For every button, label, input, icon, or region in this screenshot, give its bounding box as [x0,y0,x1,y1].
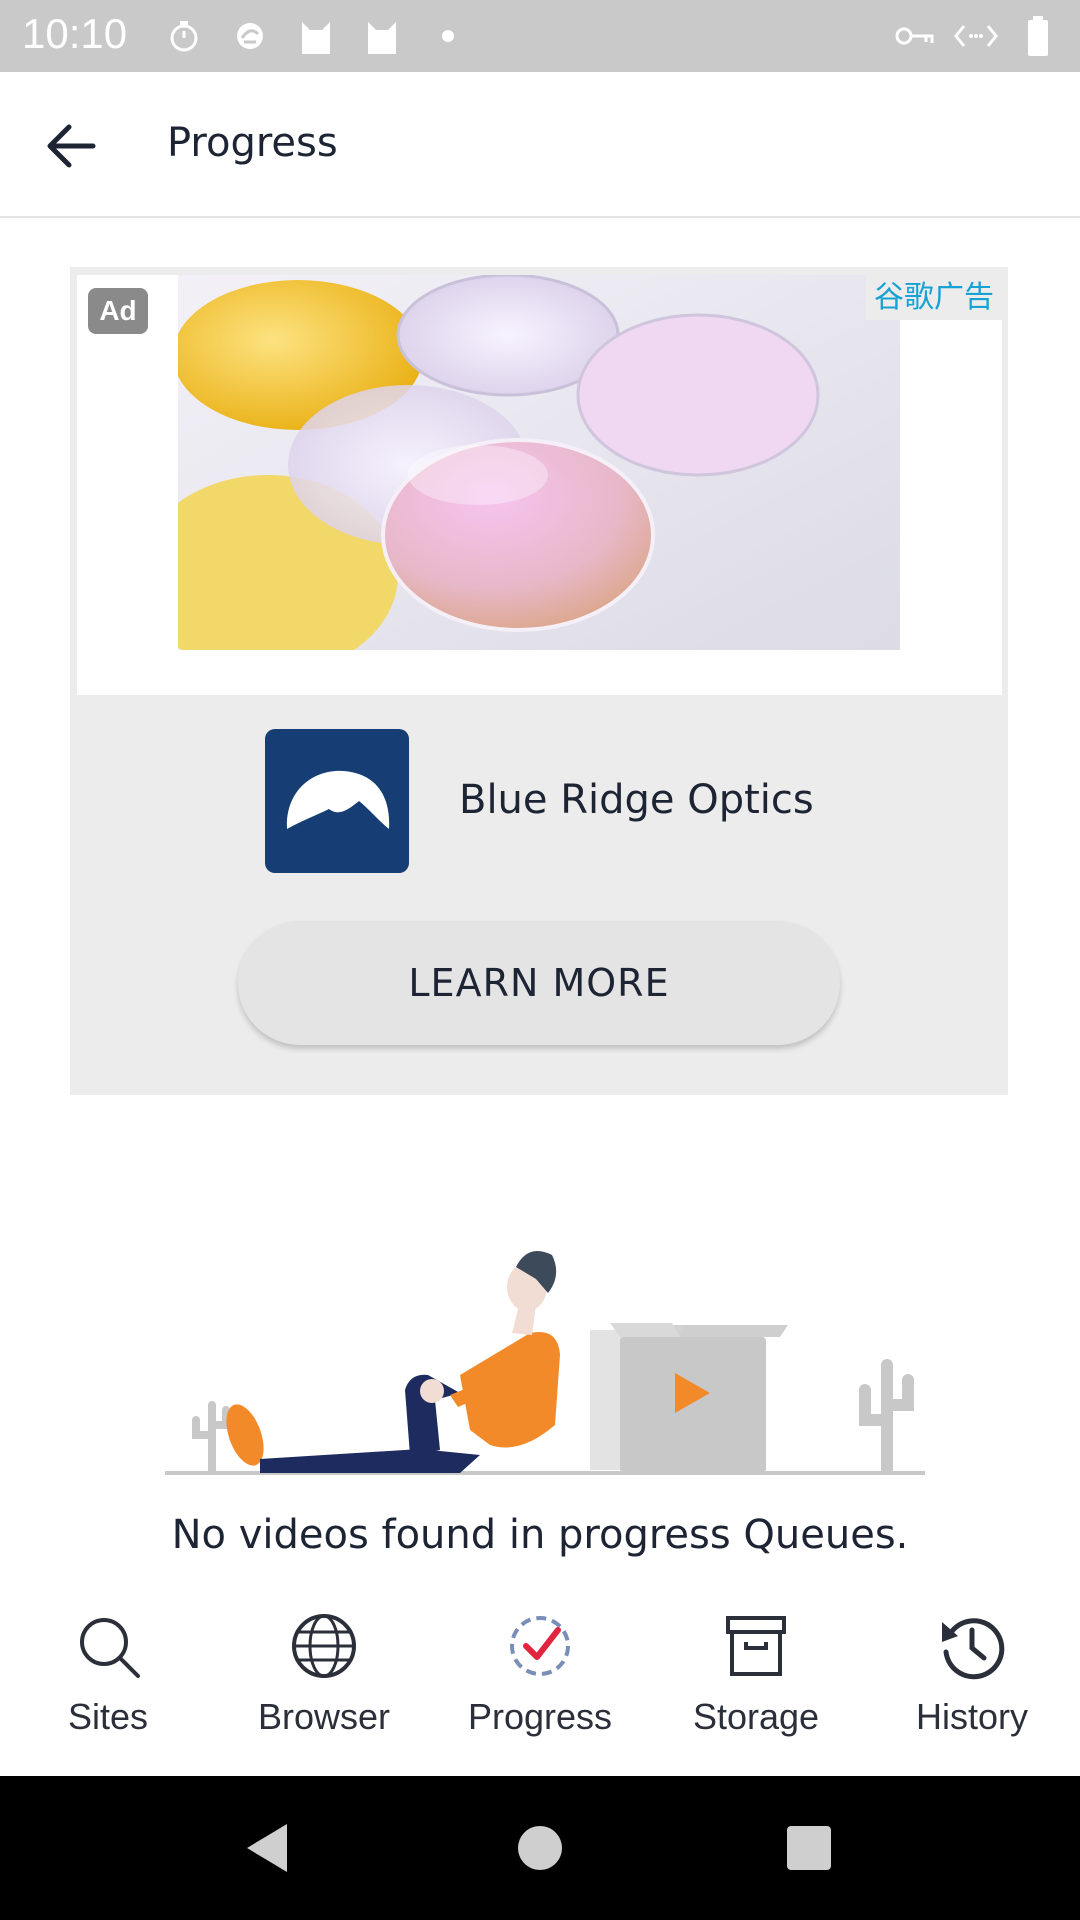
ad-card[interactable]: Ad 谷歌广告 Blue Ridge Optics LEARN MORE [70,267,1008,1095]
bottom-nav: Sites Browser Progress Storage History [0,1590,1080,1776]
ad-badge: Ad [88,288,148,334]
empty-state-message: No videos found in progress Queues. [171,1512,909,1558]
ad-network-label[interactable]: 谷歌广告 [866,275,1002,320]
nav-item-history[interactable]: History [864,1590,1080,1776]
nav-item-storage[interactable]: Storage [648,1590,864,1776]
advertiser-name[interactable]: Blue Ridge Optics [459,777,814,823]
nav-label-history: History [915,1696,1028,1737]
progress-check-icon [510,1616,570,1676]
history-icon [942,1618,1005,1680]
status-bar: 10:10 [0,0,1080,72]
search-icon [80,1618,140,1678]
dot-icon [426,14,470,58]
nav-label-sites: Sites [67,1696,149,1737]
sync-icon [228,14,272,58]
code-icon [954,14,998,58]
page-title: Progress [167,120,338,166]
back-triangle-icon [247,1824,287,1872]
system-nav-bar [0,1776,1080,1920]
ad-image-container[interactable]: Ad 谷歌广告 [77,275,1002,695]
system-back-button[interactable] [235,1816,299,1880]
status-time: 10:10 [22,10,128,57]
status-icons-left [162,14,470,58]
app-bar: Progress [0,72,1080,218]
nav-item-sites[interactable]: Sites [0,1590,216,1776]
archive-icon [726,1616,786,1676]
learn-more-button[interactable]: LEARN MORE [238,921,840,1045]
nav-item-progress[interactable]: Progress [432,1590,648,1776]
empty-state-illustration [165,1251,925,1475]
system-home-button[interactable] [508,1816,572,1880]
nav-label-progress: Progress [467,1696,613,1737]
battery-icon [1016,14,1060,58]
vpn-key-icon [892,14,936,58]
arrow-back-icon [47,124,96,168]
recents-square-icon [787,1826,831,1870]
cat-icon [294,14,338,58]
back-button[interactable] [36,116,106,176]
advertiser-logo[interactable] [265,729,409,873]
nav-item-browser[interactable]: Browser [216,1590,432,1776]
nav-label-storage: Storage [692,1696,820,1737]
cat-icon [360,14,404,58]
system-recents-button[interactable] [777,1816,841,1880]
status-icons-right [892,14,1060,58]
mountain-logo-icon [286,770,390,829]
ad-image[interactable] [178,275,900,650]
globe-icon [292,1614,356,1678]
nav-label-browser: Browser [257,1696,391,1737]
home-circle-icon [518,1826,562,1870]
timer-icon [162,14,206,58]
